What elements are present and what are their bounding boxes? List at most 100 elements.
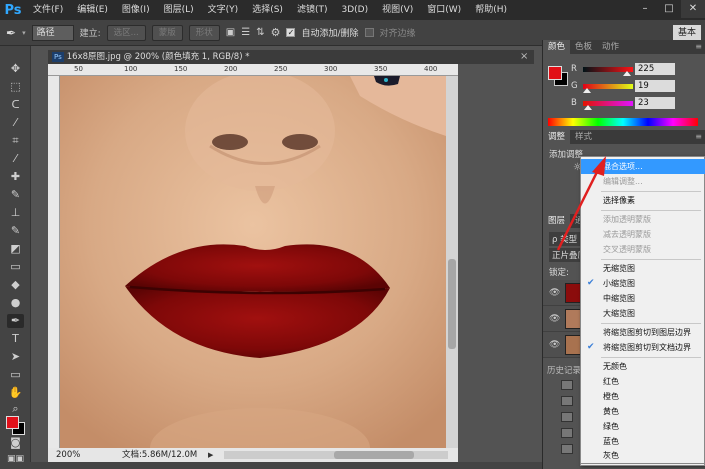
gear-icon[interactable]: ⚙: [271, 26, 281, 39]
panel-menu-icon[interactable]: ≡: [695, 130, 702, 144]
menu-help[interactable]: 帮助(H): [468, 0, 514, 20]
scrollbar-thumb[interactable]: [334, 451, 414, 459]
chevron-down-icon[interactable]: ▾: [22, 29, 26, 37]
menu-item-clip-to-document-bounds[interactable]: ✔ 将缩览图剪切到文档边界: [581, 340, 705, 355]
blue-slider-knob[interactable]: [583, 105, 592, 110]
menu-image[interactable]: 图像(I): [115, 0, 157, 20]
document-tab[interactable]: Ps 16x8原图.jpg @ 200% (颜色填充 1, RGB/8) *: [48, 50, 534, 64]
pen-tool-icon[interactable]: ✒: [7, 314, 24, 328]
zoom-level[interactable]: 200%: [56, 448, 80, 462]
eyedropper-tool-icon[interactable]: ⁄: [7, 152, 24, 166]
healing-brush-tool-icon[interactable]: ✚: [7, 170, 24, 184]
close-window-button[interactable]: ✕: [681, 0, 705, 18]
dodge-tool-icon[interactable]: ●: [7, 296, 24, 310]
history-panel-label[interactable]: 历史记录: [547, 364, 581, 376]
history-item-icon[interactable]: [561, 444, 573, 454]
menu-item-clip-to-layer-bounds[interactable]: 将缩览图剪切到图层边界: [581, 325, 705, 340]
menu-select[interactable]: 选择(S): [245, 0, 290, 20]
type-tool-icon[interactable]: T: [7, 332, 24, 346]
menu-view[interactable]: 视图(V): [375, 0, 420, 20]
horizontal-scrollbar[interactable]: [224, 451, 448, 459]
minimize-button[interactable]: –: [633, 0, 657, 18]
tab-color[interactable]: 颜色: [543, 40, 571, 54]
menu-item-small-thumbnail[interactable]: ✔ 小缩览图: [581, 276, 705, 291]
menu-item-green[interactable]: 绿色: [581, 419, 705, 434]
red-slider-knob[interactable]: [623, 71, 631, 76]
brush-tool-icon[interactable]: ✎: [7, 188, 24, 202]
menu-item-large-thumbnail[interactable]: 大缩览图: [581, 306, 705, 321]
selection-button[interactable]: 选区...: [106, 24, 146, 41]
mask-button[interactable]: 蒙版: [151, 24, 183, 41]
shape-button[interactable]: 形状: [188, 24, 220, 41]
tab-adjustments[interactable]: 调整: [543, 130, 571, 144]
menu-type[interactable]: 文字(Y): [201, 0, 246, 20]
menu-item-yellow[interactable]: 黄色: [581, 404, 705, 419]
image-canvas[interactable]: [60, 76, 446, 448]
menu-item-gray[interactable]: 灰色: [580, 448, 705, 464]
menu-item-blue[interactable]: 蓝色: [581, 434, 705, 449]
eye-icon[interactable]: 👁: [549, 340, 560, 350]
pen-mode-select[interactable]: 路径: [31, 24, 74, 41]
play-arrow-icon[interactable]: ▶: [208, 448, 213, 462]
quick-select-tool-icon[interactable]: ⁄: [7, 116, 24, 130]
menu-item-red[interactable]: 红色: [581, 374, 705, 389]
clone-stamp-tool-icon[interactable]: ⊥: [7, 206, 24, 220]
close-document-button[interactable]: ×: [520, 50, 528, 64]
path-operations-icon[interactable]: ▣: [226, 27, 235, 38]
history-item-icon[interactable]: [561, 412, 573, 422]
eye-icon[interactable]: 👁: [549, 288, 560, 298]
eraser-tool-icon[interactable]: ◩: [7, 242, 24, 256]
crop-tool-icon[interactable]: ⌗: [7, 134, 24, 148]
menu-filter[interactable]: 滤镜(T): [290, 0, 335, 20]
shape-tool-icon[interactable]: ▭: [7, 368, 24, 382]
zoom-tool-icon[interactable]: ⌕: [7, 402, 24, 416]
menu-edit[interactable]: 编辑(E): [70, 0, 115, 20]
quick-mask-icon[interactable]: ◙: [7, 436, 24, 450]
history-item-icon[interactable]: [561, 380, 573, 390]
red-value[interactable]: 225: [635, 63, 675, 75]
blur-tool-icon[interactable]: ◆: [7, 278, 24, 292]
color-spectrum-bar[interactable]: [548, 118, 698, 126]
menu-item-label: 橙色: [603, 392, 619, 401]
green-slider[interactable]: [583, 84, 633, 89]
path-select-tool-icon[interactable]: ➤: [7, 350, 24, 364]
history-item-icon[interactable]: [561, 396, 573, 406]
menu-item-orange[interactable]: 橙色: [581, 389, 705, 404]
blue-value[interactable]: 23: [635, 97, 675, 109]
menu-item-no-thumbnail[interactable]: 无缩览图: [581, 261, 705, 276]
scrollbar-thumb[interactable]: [448, 259, 456, 349]
restore-button[interactable]: □: [657, 0, 681, 18]
lasso-tool-icon[interactable]: ᑕ: [7, 98, 24, 112]
tab-swatches[interactable]: 色板: [570, 40, 597, 54]
pen-tool-icon[interactable]: ✒: [6, 26, 16, 40]
vertical-scrollbar[interactable]: [446, 76, 458, 448]
menu-item-label: 红色: [603, 377, 619, 386]
path-arrangement-icon[interactable]: ⇅: [256, 27, 264, 38]
foreground-color-swatch[interactable]: [6, 416, 19, 429]
move-tool-icon[interactable]: ✥: [7, 62, 24, 76]
tab-actions[interactable]: 动作: [597, 40, 624, 54]
align-edges-checkbox[interactable]: [364, 28, 374, 37]
menu-file[interactable]: 文件(F): [26, 0, 70, 20]
document-size-info[interactable]: 文档:5.86M/12.0M: [122, 448, 197, 462]
workspace-button[interactable]: 基本: [672, 25, 701, 41]
menu-layer[interactable]: 图层(L): [157, 0, 201, 20]
path-alignment-icon[interactable]: ☰: [241, 27, 250, 38]
green-slider-knob[interactable]: [582, 88, 591, 93]
menu-item-medium-thumbnail[interactable]: 中缩览图: [581, 291, 705, 306]
menu-3d[interactable]: 3D(D): [334, 0, 375, 20]
history-brush-tool-icon[interactable]: ✎: [7, 224, 24, 238]
auto-add-delete-checkbox[interactable]: ✓: [286, 28, 296, 37]
marquee-tool-icon[interactable]: ⬚: [7, 80, 24, 94]
green-value[interactable]: 19: [635, 80, 675, 92]
hand-tool-icon[interactable]: ✋: [7, 386, 24, 400]
history-item-icon[interactable]: [561, 428, 573, 438]
ruler-tick: 300: [324, 65, 338, 73]
menu-item-no-color[interactable]: 无颜色: [581, 359, 705, 374]
panel-menu-icon[interactable]: ≡: [695, 40, 702, 54]
menu-window[interactable]: 窗口(W): [420, 0, 468, 20]
foreground-color-swatch[interactable]: [548, 66, 562, 80]
tab-styles[interactable]: 样式: [570, 130, 597, 144]
gradient-tool-icon[interactable]: ▭: [7, 260, 24, 274]
eye-icon[interactable]: 👁: [549, 314, 560, 324]
